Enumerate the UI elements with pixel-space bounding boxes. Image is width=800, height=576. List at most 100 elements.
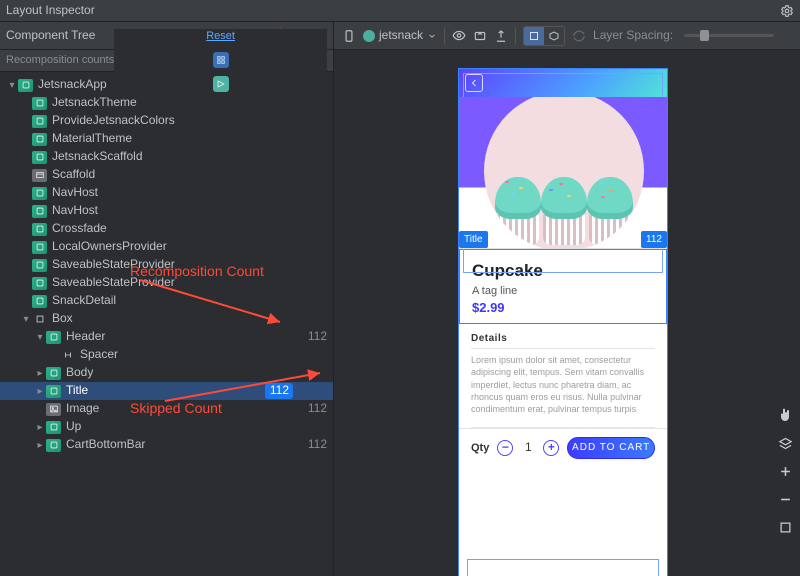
tree-row[interactable]: Spacer [0, 346, 333, 364]
qty-plus-button[interactable]: + [543, 440, 559, 456]
tree-row[interactable]: Crossfade [0, 220, 333, 238]
composable-icon [32, 223, 47, 236]
mode-3d[interactable] [544, 27, 564, 45]
tree-item-label: Up [66, 419, 259, 435]
composable-icon [46, 439, 61, 452]
device-icon[interactable] [342, 29, 356, 43]
selection-tag-right: 112 [641, 231, 667, 248]
process-name: jetsnack [379, 28, 423, 44]
composable-icon [46, 385, 61, 398]
tree-row[interactable]: ProvideJetsnackColors [0, 112, 333, 130]
window-title: Layout Inspector [6, 3, 95, 19]
tree-item-label: Image [66, 401, 259, 417]
mode-2d[interactable] [524, 27, 544, 45]
layer-spacing-slider[interactable] [684, 34, 774, 37]
tree-item-label: Body [66, 365, 259, 381]
tree-row[interactable]: ▸CartBottomBar112 [0, 436, 333, 454]
tree-row[interactable]: ▾Header112 [0, 328, 333, 346]
composable-icon [46, 331, 61, 344]
tree-row[interactable]: NavHost [0, 184, 333, 202]
composable-icon [32, 133, 47, 146]
composable-icon [32, 205, 47, 218]
right-toolbar: jetsnack Layer Spacing: [334, 22, 800, 50]
tree-row[interactable]: Image 112 [0, 400, 333, 418]
tree-item-label: SaveableStateProvider [52, 275, 259, 291]
layers-icon[interactable] [776, 434, 794, 452]
tree-item-label: Title [66, 383, 265, 399]
tree-item-label: Spacer [80, 347, 259, 363]
tree-row[interactable]: ▾ JetsnackApp [0, 76, 333, 94]
tree-item-label: JetsnackScaffold [52, 149, 259, 165]
composable-icon [32, 187, 47, 200]
tree-row[interactable]: SaveableStateProvider [0, 274, 333, 292]
tree-row[interactable]: JetsnackScaffold [0, 148, 333, 166]
gear-icon[interactable] [780, 4, 794, 18]
tree-row[interactable]: SnackDetail [0, 292, 333, 310]
tree-item-label: CartBottomBar [66, 437, 259, 453]
disclosure-arrow[interactable]: ▸ [34, 421, 46, 434]
composable-icon [32, 241, 47, 254]
tree-row[interactable]: Scaffold [0, 166, 333, 184]
tree-row[interactable]: LocalOwnersProvider [0, 238, 333, 256]
tree-row[interactable]: ▸ Up [0, 418, 333, 436]
tree-item-label: Crossfade [52, 221, 259, 237]
layout-canvas[interactable]: Title 112 Cupcake A tag line $2.99 Detai… [334, 50, 800, 576]
snack-price: $2.99 [472, 300, 654, 317]
tree-item-label: NavHost [52, 185, 259, 201]
tree-item-label: JetsnackApp [38, 77, 259, 93]
box-icon [32, 313, 47, 326]
disclosure-arrow[interactable]: ▾ [6, 79, 18, 92]
selection-tag-left: Title [459, 231, 488, 248]
composable-icon [32, 115, 47, 128]
process-chip[interactable]: jetsnack [363, 28, 437, 44]
details-body: Lorem ipsum dolor sit amet, consectetur … [471, 354, 655, 415]
component-tree[interactable]: ▾ JetsnackApp JetsnackTheme ProvideJetsnack… [0, 72, 333, 576]
tree-item-label: SaveableStateProvider [52, 257, 259, 273]
tree-row[interactable]: NavHost [0, 202, 333, 220]
qty-label: Qty [471, 441, 489, 455]
composable-icon [32, 259, 47, 272]
snack-tagline: A tag line [472, 284, 654, 298]
disclosure-arrow[interactable]: ▸ [34, 439, 46, 452]
export-icon[interactable] [494, 29, 508, 43]
spacer-icon [60, 349, 75, 362]
zoom-fit-icon[interactable] [776, 518, 794, 536]
tree-item-label: LocalOwnersProvider [52, 239, 259, 255]
zoom-in-icon[interactable] [776, 462, 794, 480]
recomp-count-column-icon[interactable] [213, 52, 229, 68]
pan-icon[interactable] [776, 406, 794, 424]
tree-row[interactable]: SaveableStateProvider [0, 256, 333, 274]
reset-link[interactable]: Reset [206, 29, 235, 43]
layout-canvas-panel: jetsnack Layer Spacing: [334, 22, 800, 576]
zoom-out-icon[interactable] [776, 490, 794, 508]
disclosure-arrow[interactable]: ▸ [34, 385, 46, 398]
qty-minus-button[interactable]: − [497, 440, 513, 456]
tree-item-label: NavHost [52, 203, 259, 219]
recomp-label: Recomposition counts [6, 53, 114, 67]
composable-icon [32, 151, 47, 164]
tree-row[interactable]: ▸ Title112 [0, 382, 333, 400]
disclosure-arrow[interactable]: ▾ [20, 313, 32, 326]
tree-item-label: Header [66, 329, 259, 345]
tree-item-label: ProvideJetsnackColors [52, 113, 259, 129]
add-to-cart-button[interactable]: ADD TO CART [567, 437, 655, 459]
skip-count: 112 [293, 401, 327, 417]
panel-title: Component Tree [6, 28, 95, 44]
tree-row[interactable]: ▸ Body [0, 364, 333, 382]
eye-icon[interactable] [452, 29, 466, 43]
layer-spacing-label: Layer Spacing: [593, 28, 673, 44]
snapshot-icon[interactable] [473, 29, 487, 43]
tree-item-label: Scaffold [52, 167, 259, 183]
tree-item-label: Box [52, 311, 259, 327]
disclosure-arrow[interactable]: ▸ [34, 367, 46, 380]
tree-row[interactable]: MaterialTheme [0, 130, 333, 148]
tree-item-label: JetsnackTheme [52, 95, 259, 111]
recomp-count: 112 [265, 383, 293, 399]
details-heading: Details [471, 332, 655, 349]
view-mode-group[interactable] [523, 26, 565, 46]
composable-icon [32, 277, 47, 290]
tree-row[interactable]: JetsnackTheme [0, 94, 333, 112]
disclosure-arrow[interactable]: ▾ [34, 331, 46, 344]
tree-row[interactable]: ▾ Box [0, 310, 333, 328]
status-dot [363, 30, 375, 42]
